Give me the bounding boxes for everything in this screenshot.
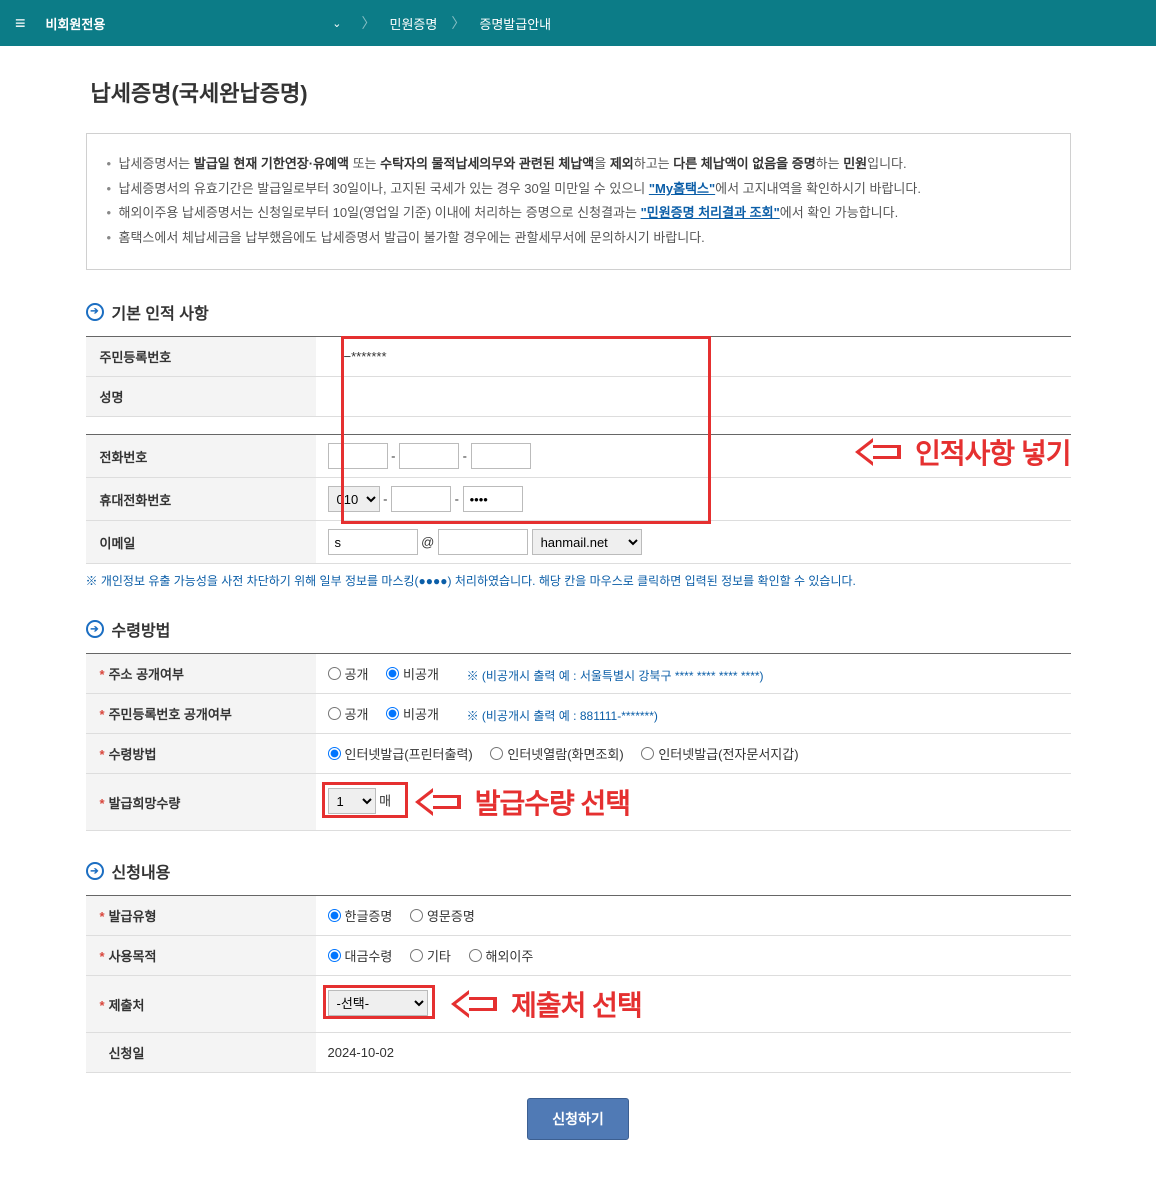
label-name: 성명 bbox=[86, 376, 316, 416]
section-title-receipt: ➔ 수령방법 bbox=[86, 617, 1071, 641]
radio-jumin-public[interactable]: 공개 bbox=[328, 704, 369, 723]
chevron-down-icon: ⌄ bbox=[332, 17, 341, 30]
phone-part2[interactable] bbox=[399, 443, 459, 469]
label-recv-method: *수령방법 bbox=[86, 734, 316, 774]
dest-select[interactable]: -선택- bbox=[328, 990, 428, 1016]
radio-addr-private[interactable]: 비공개 bbox=[386, 664, 439, 683]
label-email: 이메일 bbox=[86, 521, 316, 564]
notice-1: 납세증명서는 발급일 현재 기한연장·유예액 또는 수탁자의 물적납세의무와 관… bbox=[107, 152, 1050, 177]
value-apply-date: 2024-10-02 bbox=[328, 1045, 395, 1060]
link-myhometax[interactable]: "My홈택스" bbox=[649, 181, 715, 196]
breadcrumb-item-2[interactable]: 증명발급안내 bbox=[465, 14, 565, 33]
label-mobile: 휴대전화번호 bbox=[86, 478, 316, 521]
radio-purpose-payment[interactable]: 대금수령 bbox=[328, 946, 393, 965]
phone-part1[interactable] bbox=[328, 443, 388, 469]
label-jumin-public: *주민등록번호 공개여부 bbox=[86, 694, 316, 734]
receipt-table: *주소 공개여부 공개 비공개 ※ (비공개시 출력 예 : 서울특별시 강북구… bbox=[86, 653, 1071, 831]
label-phone: 전화번호 bbox=[86, 435, 316, 478]
mobile-mid[interactable] bbox=[391, 486, 451, 512]
qty-select[interactable]: 1 bbox=[328, 788, 376, 814]
radio-recv-view[interactable]: 인터넷열람(화면조회) bbox=[490, 744, 623, 763]
arrow-left-icon bbox=[415, 788, 463, 816]
mobile-prefix-select[interactable]: 010 bbox=[328, 486, 380, 512]
radio-jumin-private[interactable]: 비공개 bbox=[386, 704, 439, 723]
breadcrumb: 〉 민원증명 〉 증명발급안내 bbox=[362, 13, 566, 33]
submit-button[interactable]: 신청하기 bbox=[527, 1098, 629, 1140]
label-dest: *제출처 bbox=[86, 976, 316, 1033]
radio-purpose-other[interactable]: 기타 bbox=[410, 946, 451, 965]
annotation-qty: 발급수량 선택 bbox=[415, 782, 630, 822]
menu-icon[interactable]: ≡ bbox=[15, 13, 26, 34]
section-bullet-icon: ➔ bbox=[86, 620, 104, 638]
label-apply-date: *신청일 bbox=[86, 1033, 316, 1073]
label-addr-public: *주소 공개여부 bbox=[86, 654, 316, 694]
phone-part3[interactable] bbox=[471, 443, 531, 469]
email-domain-select[interactable]: hanmail.net bbox=[532, 529, 642, 555]
nav-main-label[interactable]: 비회원전용 bbox=[36, 14, 116, 33]
radio-type-ko[interactable]: 한글증명 bbox=[328, 906, 393, 925]
top-nav: ≡ 비회원전용 ⌄ 〉 민원증명 〉 증명발급안내 bbox=[0, 0, 1156, 46]
email-id[interactable] bbox=[328, 529, 418, 555]
mobile-end[interactable] bbox=[463, 486, 523, 512]
radio-type-en[interactable]: 영문증명 bbox=[410, 906, 475, 925]
chevron-right-icon: 〉 bbox=[362, 13, 376, 33]
personal-info-table: 주민등록번호 −******* 성명 bbox=[86, 336, 1071, 435]
radio-recv-print[interactable]: 인터넷발급(프린터출력) bbox=[328, 744, 473, 763]
notice-4: 홈택스에서 체납세금을 납부했음에도 납세증명서 발급이 불가할 경우에는 관할… bbox=[107, 226, 1050, 251]
arrow-left-icon bbox=[855, 438, 903, 466]
annotation-dest: 제출처 선택 bbox=[451, 984, 642, 1024]
jumin-note: ※ (비공개시 출력 예 : 881111-*******) bbox=[467, 709, 658, 723]
qty-unit: 매 bbox=[379, 794, 391, 809]
section-bullet-icon: ➔ bbox=[86, 303, 104, 321]
chevron-right-icon: 〉 bbox=[451, 13, 465, 33]
addr-note: ※ (비공개시 출력 예 : 서울특별시 강북구 **** **** **** … bbox=[467, 669, 764, 683]
email-at: @ bbox=[421, 535, 434, 550]
value-jumin: −******* bbox=[328, 349, 387, 364]
breadcrumb-item-1[interactable]: 민원증명 bbox=[376, 14, 452, 33]
nav-dropdown[interactable]: ⌄ bbox=[307, 17, 361, 30]
notice-3: 해외이주용 납세증명서는 신청일로부터 10일(영업일 기준) 이내에 처리하는… bbox=[107, 201, 1050, 226]
label-issue-type: *발급유형 bbox=[86, 896, 316, 936]
section-title-personal: ➔ 기본 인적 사항 bbox=[86, 300, 1071, 324]
section-bullet-icon: ➔ bbox=[86, 862, 104, 880]
arrow-left-icon bbox=[451, 990, 499, 1018]
label-purpose: *사용목적 bbox=[86, 936, 316, 976]
label-jumin: 주민등록번호 bbox=[86, 336, 316, 376]
link-result-inquiry[interactable]: "민원증명 처리결과 조회" bbox=[641, 205, 780, 220]
apply-table: *발급유형 한글증명 영문증명 *사용목적 대금수령 기타 해외이주 *제출처 … bbox=[86, 895, 1071, 1073]
notice-2: 납세증명서의 유효기간은 발급일로부터 30일이나, 고지된 국세가 있는 경우… bbox=[107, 177, 1050, 202]
privacy-footnote: ※ 개인정보 유출 가능성을 사전 차단하기 위해 일부 정보를 마스킹(●●●… bbox=[86, 572, 1071, 589]
section-title-apply: ➔ 신청내용 bbox=[86, 859, 1071, 883]
radio-purpose-emigrate[interactable]: 해외이주 bbox=[469, 946, 534, 965]
radio-recv-wallet[interactable]: 인터넷발급(전자문서지갑) bbox=[641, 744, 798, 763]
radio-addr-public[interactable]: 공개 bbox=[328, 664, 369, 683]
email-domain[interactable] bbox=[438, 529, 528, 555]
annotation-personal: 인적사항 넣기 bbox=[855, 432, 1070, 472]
notice-box: 납세증명서는 발급일 현재 기한연장·유예액 또는 수탁자의 물적납세의무와 관… bbox=[86, 133, 1071, 270]
label-qty: *발급희망수량 bbox=[86, 774, 316, 831]
page-title: 납세증명(국세완납증명) bbox=[86, 76, 1071, 108]
